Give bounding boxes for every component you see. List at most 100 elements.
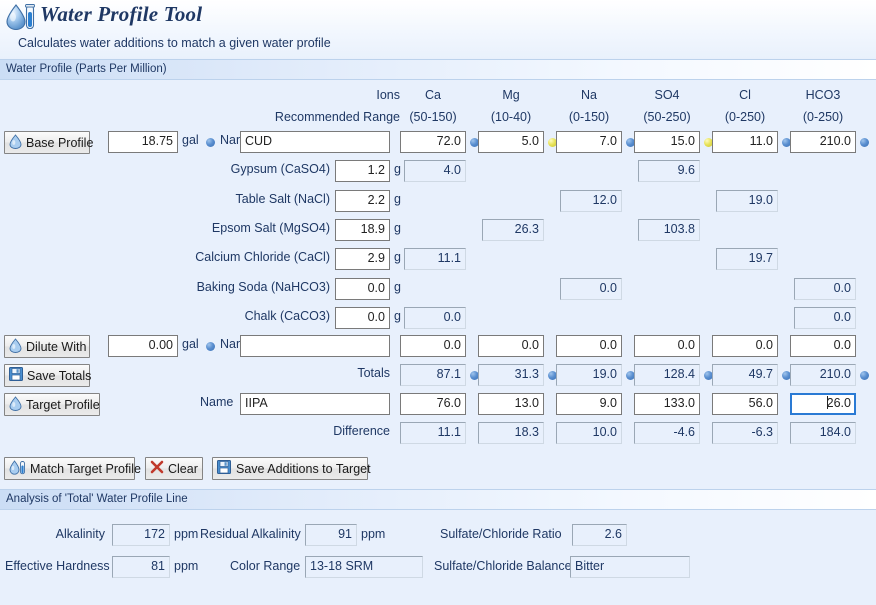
base-profile-hco3-input[interactable]: 210.0 xyxy=(790,131,856,153)
addition-gypsum-caso4-ca-value: 4.0 xyxy=(404,160,466,182)
ion-range-so4: (50-250) xyxy=(643,110,691,124)
base-profile-mg-input[interactable]: 5.0 xyxy=(478,131,544,153)
addition-gypsum-caso4-so4-value: 9.6 xyxy=(638,160,700,182)
totals-ca-value: 87.1 xyxy=(400,364,466,386)
ion-range-cl: (0-250) xyxy=(724,110,766,124)
ion-header-na: Na xyxy=(581,88,597,102)
save-disk-icon xyxy=(217,460,232,477)
ion-header-mg: Mg xyxy=(502,88,520,102)
addition-grams-calcium-chloride-cacl[interactable]: 2.9 xyxy=(335,248,390,270)
section-header-analysis: Analysis of 'Total' Water Profile Line xyxy=(0,489,876,510)
color-range-value: 13-18 SRM xyxy=(305,556,423,578)
match-target-profile-button-label: Match Target Profile xyxy=(30,461,141,476)
addition-baking-soda-nahco3-na-value: 0.0 xyxy=(560,278,622,300)
dilute-ca-input[interactable]: 0.0 xyxy=(400,335,466,357)
addition-unit-epsom-salt-mgso4: g xyxy=(394,221,401,235)
water-profile-tool-window: Water Profile Tool Calculates water addi… xyxy=(0,0,876,605)
dilute-cl-input[interactable]: 0.0 xyxy=(712,335,778,357)
target-ca-input[interactable]: 76.0 xyxy=(400,393,466,415)
water-droplet-test-tube-icon xyxy=(9,459,26,478)
clear-button-label: Clear xyxy=(168,461,198,476)
effective-hardness-value: 81 xyxy=(112,556,170,578)
save-totals-button[interactable]: Save Totals xyxy=(4,364,91,387)
addition-grams-gypsum-caso4[interactable]: 1.2 xyxy=(335,160,390,182)
residual-alkalinity-unit: ppm xyxy=(361,527,386,541)
save-disk-icon xyxy=(9,367,23,384)
addition-unit-baking-soda-nahco3: g xyxy=(394,280,401,294)
target-profile-button[interactable]: Target Profile xyxy=(4,393,100,416)
water-droplet-icon xyxy=(9,395,22,414)
sulfate-chloride-ratio-value: 2.6 xyxy=(572,524,627,546)
base-profile-button-label: Base Profile xyxy=(26,135,94,150)
ion-range-mg: (10-40) xyxy=(490,110,532,124)
base-profile-volume-unit: gal xyxy=(182,133,199,147)
addition-chalk-caco3-hco3-value: 0.0 xyxy=(794,307,856,329)
ion-range-na: (0-150) xyxy=(568,110,610,124)
save-additions-to-target-button[interactable]: Save Additions to Target xyxy=(212,457,371,480)
dilute-with-button[interactable]: Dilute With xyxy=(4,335,90,358)
base-profile-button[interactable]: Base Profile xyxy=(4,131,94,154)
dilute-with-button-label: Dilute With xyxy=(26,339,87,354)
target-mg-input[interactable]: 13.0 xyxy=(478,393,544,415)
match-target-profile-button[interactable]: Match Target Profile xyxy=(4,457,141,480)
target-hco3-input[interactable]: 26.0 xyxy=(790,393,856,415)
addition-calcium-chloride-cacl-cl-value: 19.7 xyxy=(716,248,778,270)
residual-alkalinity-value: 91 xyxy=(305,524,357,546)
water-droplet-icon xyxy=(9,133,22,152)
page-subtitle: Calculates water additions to match a gi… xyxy=(18,36,331,50)
alkalinity-unit: ppm xyxy=(174,527,199,541)
totals-na-value: 19.0 xyxy=(556,364,622,386)
addition-table-salt-nacl-na-value: 12.0 xyxy=(560,190,622,212)
target-so4-input[interactable]: 133.0 xyxy=(634,393,700,415)
ion-range-hco3: (0-250) xyxy=(802,110,844,124)
save-additions-to-target-button-label: Save Additions to Target xyxy=(236,461,371,476)
recommended-range-label: Recommended Range xyxy=(274,110,400,124)
addition-label-calcium-chloride-cacl: Calcium Chloride (CaCl) xyxy=(195,250,330,264)
dilute-name-input[interactable] xyxy=(240,335,390,357)
water-droplet-test-tube-icon xyxy=(4,3,38,31)
sulfate-chloride-ratio-label: Sulfate/Chloride Ratio xyxy=(440,527,562,541)
addition-label-chalk-caco3: Chalk (CaCO3) xyxy=(244,309,330,323)
ion-header-ca: Ca xyxy=(425,88,441,102)
totals-cl-value: 49.7 xyxy=(712,364,778,386)
effective-hardness-label: Effective Hardness xyxy=(5,559,110,573)
difference-ca-value: 11.1 xyxy=(400,422,466,444)
base-profile-volume-input[interactable]: 18.75 xyxy=(108,131,178,153)
target-name-input[interactable]: IIPA xyxy=(240,393,390,415)
addition-unit-chalk-caco3: g xyxy=(394,309,401,323)
ion-range-ca: (50-150) xyxy=(409,110,457,124)
addition-label-baking-soda-nahco3: Baking Soda (NaHCO3) xyxy=(196,280,330,294)
addition-grams-chalk-caco3[interactable]: 0.0 xyxy=(335,307,390,329)
target-cl-input[interactable]: 56.0 xyxy=(712,393,778,415)
base-profile-name-input[interactable]: CUD xyxy=(240,131,390,153)
dilute-volume-input[interactable]: 0.00 xyxy=(108,335,178,357)
dilute-so4-input[interactable]: 0.0 xyxy=(634,335,700,357)
dilute-mg-input[interactable]: 0.0 xyxy=(478,335,544,357)
base-profile-so4-input[interactable]: 15.0 xyxy=(634,131,700,153)
target-profile-button-label: Target Profile xyxy=(26,397,100,412)
base-profile-ca-input[interactable]: 72.0 xyxy=(400,131,466,153)
base-profile-na-input[interactable]: 7.0 xyxy=(556,131,622,153)
addition-grams-table-salt-nacl[interactable]: 2.2 xyxy=(335,190,390,212)
addition-label-epsom-salt-mgso4: Epsom Salt (MgSO4) xyxy=(211,221,330,235)
ion-header-cl: Cl xyxy=(739,88,751,102)
base-profile-cl-input[interactable]: 11.0 xyxy=(712,131,778,153)
addition-unit-gypsum-caso4: g xyxy=(394,162,401,176)
dilute-hco3-input[interactable]: 0.0 xyxy=(790,335,856,357)
addition-grams-epsom-salt-mgso4[interactable]: 18.9 xyxy=(335,219,390,241)
difference-mg-value: 18.3 xyxy=(478,422,544,444)
dilute-na-input[interactable]: 0.0 xyxy=(556,335,622,357)
addition-grams-baking-soda-nahco3[interactable]: 0.0 xyxy=(335,278,390,300)
target-na-input[interactable]: 9.0 xyxy=(556,393,622,415)
effective-hardness-unit: ppm xyxy=(174,559,199,573)
sulfate-chloride-balance-label: Sulfate/Chloride Balance xyxy=(434,559,572,573)
ion-header-hco3: HCO3 xyxy=(805,88,841,102)
difference-na-value: 10.0 xyxy=(556,422,622,444)
base-profile-volume-indicator-dot xyxy=(206,138,215,147)
clear-button[interactable]: Clear xyxy=(145,457,203,480)
target-name-label: Name xyxy=(200,395,234,409)
totals-row-label: Totals xyxy=(357,366,390,380)
addition-label-gypsum-caso4: Gypsum (CaSO4) xyxy=(230,162,330,176)
alkalinity-value: 172 xyxy=(112,524,170,546)
difference-so4-value: -4.6 xyxy=(634,422,700,444)
